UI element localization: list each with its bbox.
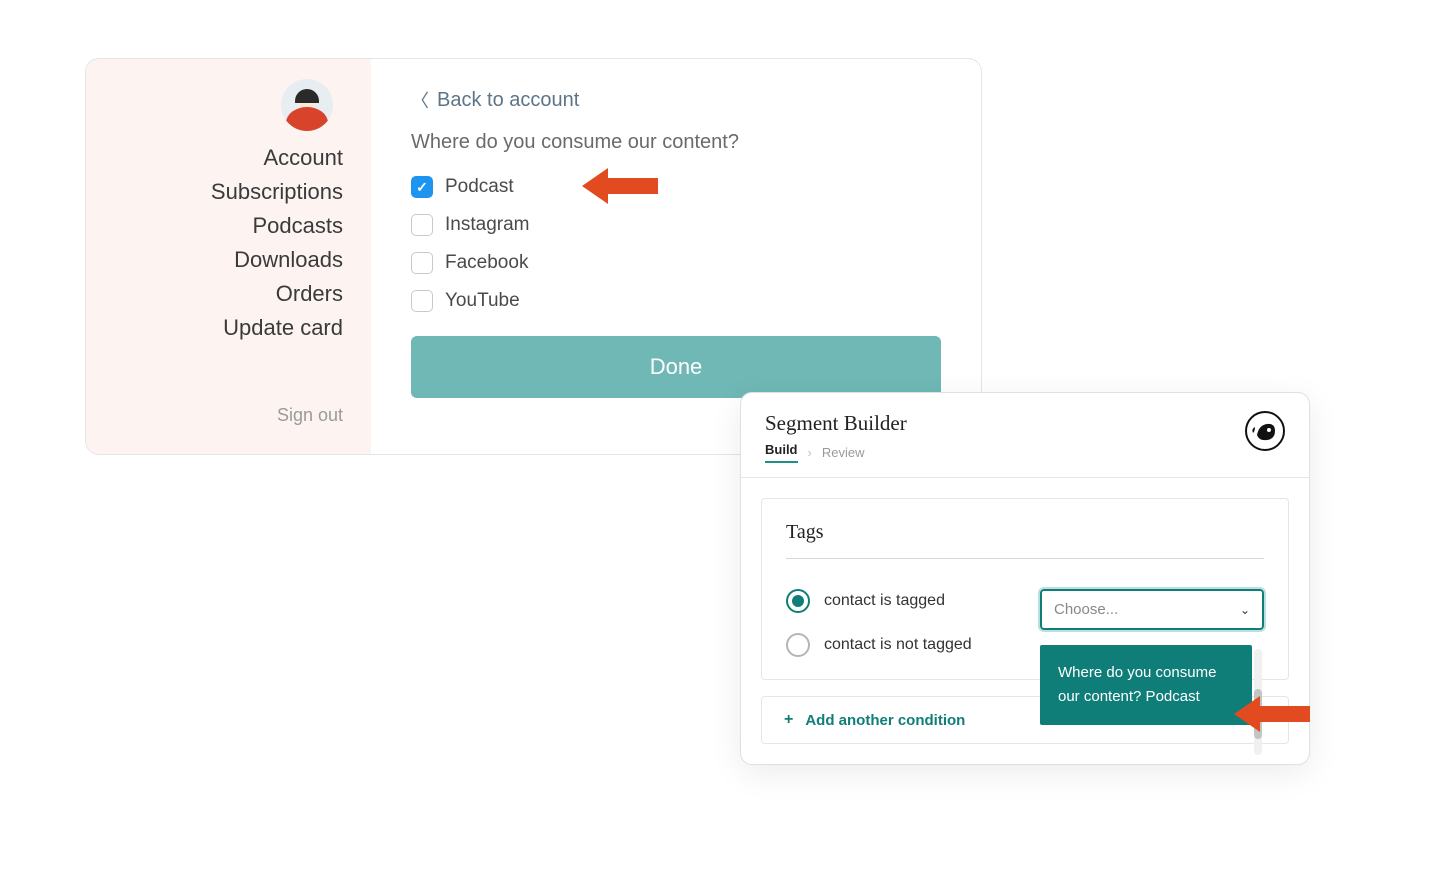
avatar <box>281 79 333 131</box>
nav-orders[interactable]: Orders <box>276 281 343 307</box>
segment-body: Tags contact is tagged contact is not ta… <box>741 478 1309 764</box>
segment-builder-card: Segment Builder Build › Review Tags cont… <box>740 392 1310 765</box>
section-title-tags: Tags <box>786 521 1264 559</box>
options-list: ✓ Podcast Instagram Facebook YouTube <box>411 176 941 312</box>
select-placeholder: Choose... <box>1054 601 1118 618</box>
account-sidebar: Account Subscriptions Podcasts Downloads… <box>86 59 371 454</box>
radio-not-tagged[interactable]: contact is not tagged <box>786 633 1020 657</box>
checkbox-instagram[interactable] <box>411 214 433 236</box>
segment-title: Segment Builder <box>765 411 907 436</box>
done-button[interactable]: Done <box>411 336 941 398</box>
checkbox-youtube[interactable] <box>411 290 433 312</box>
option-label: Instagram <box>445 214 529 236</box>
question-text: Where do you consume our content? <box>411 131 941 154</box>
check-icon: ✓ <box>416 179 428 196</box>
option-label: YouTube <box>445 290 520 312</box>
dropdown-option[interactable]: Where do you consume our content? Podcas… <box>1040 645 1252 725</box>
condition-box: Tags contact is tagged contact is not ta… <box>761 498 1289 680</box>
add-condition-label: Add another condition <box>805 712 965 729</box>
option-label: Facebook <box>445 252 528 274</box>
back-link[interactable]: 〈 Back to account <box>411 87 941 113</box>
checkbox-facebook[interactable] <box>411 252 433 274</box>
option-youtube[interactable]: YouTube <box>411 290 941 312</box>
nav-update-card[interactable]: Update card <box>223 315 343 341</box>
nav-podcasts[interactable]: Podcasts <box>253 213 344 239</box>
nav-list: Account Subscriptions Podcasts Downloads… <box>211 145 343 341</box>
annotation-arrow-icon <box>1232 692 1312 736</box>
radio-label: contact is tagged <box>824 592 945 610</box>
back-link-label: Back to account <box>437 89 579 112</box>
radio-input[interactable] <box>786 589 810 613</box>
mailchimp-logo-icon <box>1245 411 1285 451</box>
option-facebook[interactable]: Facebook <box>411 252 941 274</box>
option-podcast[interactable]: ✓ Podcast <box>411 176 941 198</box>
radio-tagged[interactable]: contact is tagged <box>786 589 1020 613</box>
nav-downloads[interactable]: Downloads <box>234 247 343 273</box>
sign-out-link[interactable]: Sign out <box>277 405 343 434</box>
radio-label: contact is not tagged <box>824 636 972 654</box>
nav-subscriptions[interactable]: Subscriptions <box>211 179 343 205</box>
chevron-right-icon: › <box>808 445 812 460</box>
checkbox-podcast[interactable]: ✓ <box>411 176 433 198</box>
tag-select-wrap: Choose... ⌄ Where do you consume our con… <box>1040 589 1264 630</box>
chevron-left-icon: 〈 <box>411 87 429 113</box>
tab-build[interactable]: Build <box>765 442 798 463</box>
option-label: Podcast <box>445 176 514 198</box>
segment-header: Segment Builder Build › Review <box>741 393 1309 463</box>
chevron-down-icon: ⌄ <box>1240 603 1250 617</box>
tab-review[interactable]: Review <box>822 445 865 460</box>
radio-input[interactable] <box>786 633 810 657</box>
radio-group: contact is tagged contact is not tagged <box>786 589 1020 657</box>
annotation-arrow-icon <box>580 164 660 208</box>
nav-account[interactable]: Account <box>264 145 344 171</box>
option-instagram[interactable]: Instagram <box>411 214 941 236</box>
plus-icon: + <box>784 711 793 729</box>
tag-select[interactable]: Choose... ⌄ <box>1040 589 1264 630</box>
segment-tabs: Build › Review <box>765 442 907 463</box>
